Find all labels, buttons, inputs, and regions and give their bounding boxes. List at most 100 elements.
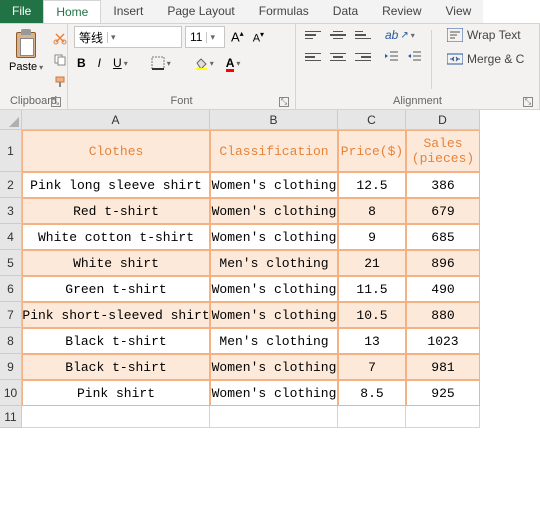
table-header-cell[interactable]: Classification	[210, 130, 338, 172]
align-bottom-button[interactable]	[352, 26, 374, 44]
empty-cell[interactable]	[338, 406, 406, 428]
table-cell[interactable]: 981	[406, 354, 480, 380]
table-cell[interactable]: 9	[338, 224, 406, 250]
paste-button[interactable]: Paste▾	[6, 26, 46, 75]
table-cell[interactable]: 685	[406, 224, 480, 250]
table-cell[interactable]: Women's clothing	[210, 172, 338, 198]
underline-icon: U	[113, 56, 122, 70]
table-cell[interactable]: Women's clothing	[210, 302, 338, 328]
table-cell[interactable]: Men's clothing	[210, 328, 338, 354]
border-button[interactable]: ▾	[148, 54, 174, 72]
tab-formulas[interactable]: Formulas	[247, 0, 321, 23]
column-header-C[interactable]: C	[338, 110, 406, 130]
empty-cell[interactable]	[406, 406, 480, 428]
table-cell[interactable]: 880	[406, 302, 480, 328]
tab-review[interactable]: Review	[370, 0, 433, 23]
table-cell[interactable]: 10.5	[338, 302, 406, 328]
table-cell[interactable]: 679	[406, 198, 480, 224]
table-cell[interactable]: White cotton t-shirt	[22, 224, 210, 250]
table-cell[interactable]: 11.5	[338, 276, 406, 302]
tab-insert[interactable]: Insert	[101, 0, 155, 23]
row-header-3[interactable]: 3	[0, 198, 22, 224]
row-header-9[interactable]: 9	[0, 354, 22, 380]
table-header-cell[interactable]: Sales (pieces)	[406, 130, 480, 172]
column-header-D[interactable]: D	[406, 110, 480, 130]
align-right-icon	[355, 50, 371, 64]
fill-color-button[interactable]: ▾	[191, 54, 217, 72]
select-all-corner[interactable]	[0, 110, 22, 130]
orientation-icon: ab	[385, 28, 398, 42]
table-cell[interactable]: Women's clothing	[210, 198, 338, 224]
table-cell[interactable]: Green t-shirt	[22, 276, 210, 302]
table-cell[interactable]: 8	[338, 198, 406, 224]
align-middle-button[interactable]	[327, 26, 349, 44]
table-header-cell[interactable]: Clothes	[22, 130, 210, 172]
table-cell[interactable]: 386	[406, 172, 480, 198]
table-cell[interactable]: 1023	[406, 328, 480, 354]
table-cell[interactable]: 896	[406, 250, 480, 276]
copy-icon	[53, 53, 67, 67]
tab-file[interactable]: File	[0, 0, 43, 23]
row-header-5[interactable]: 5	[0, 250, 22, 276]
bold-button[interactable]: B	[74, 54, 89, 72]
row-header-11[interactable]: 11	[0, 406, 22, 428]
table-cell[interactable]: 490	[406, 276, 480, 302]
tab-home[interactable]: Home	[43, 0, 101, 23]
italic-button[interactable]: I	[95, 54, 104, 72]
ribbon: Paste▾ Clipboard⤡ 等线▾ 11▾ A▴ A▾ B I U▾	[0, 24, 540, 110]
table-cell[interactable]: Black t-shirt	[22, 354, 210, 380]
font-name-select[interactable]: 等线▾	[74, 26, 182, 48]
merge-center-button[interactable]: Merge & C	[444, 50, 527, 68]
table-cell[interactable]: Women's clothing	[210, 354, 338, 380]
column-header-B[interactable]: B	[210, 110, 338, 130]
table-cell[interactable]: Women's clothing	[210, 276, 338, 302]
increase-indent-button[interactable]	[405, 48, 425, 64]
table-cell[interactable]: Pink shirt	[22, 380, 210, 406]
table-header-cell[interactable]: Price($)	[338, 130, 406, 172]
row-header-7[interactable]: 7	[0, 302, 22, 328]
table-cell[interactable]: Pink long sleeve shirt	[22, 172, 210, 198]
table-cell[interactable]: Women's clothing	[210, 380, 338, 406]
row-header-10[interactable]: 10	[0, 380, 22, 406]
font-color-icon: A	[226, 56, 235, 70]
row-header-2[interactable]: 2	[0, 172, 22, 198]
row-header-4[interactable]: 4	[0, 224, 22, 250]
table-cell[interactable]: White shirt	[22, 250, 210, 276]
align-left-button[interactable]	[302, 48, 324, 66]
table-cell[interactable]: 7	[338, 354, 406, 380]
font-color-button[interactable]: A▾	[223, 54, 244, 72]
decrease-font-button[interactable]: A▾	[250, 28, 267, 47]
decrease-indent-button[interactable]	[382, 48, 402, 64]
wrap-text-button[interactable]: Wrap Text	[444, 26, 527, 44]
table-cell[interactable]: Red t-shirt	[22, 198, 210, 224]
table-cell[interactable]: Pink short-sleeved shirt	[22, 302, 210, 328]
table-cell[interactable]: 12.5	[338, 172, 406, 198]
table-cell[interactable]: 8.5	[338, 380, 406, 406]
font-size-select[interactable]: 11▾	[185, 26, 225, 48]
column-header-A[interactable]: A	[22, 110, 210, 130]
table-cell[interactable]: 925	[406, 380, 480, 406]
increase-font-button[interactable]: A▴	[228, 27, 247, 46]
row-header-1[interactable]: 1	[0, 130, 22, 172]
underline-button[interactable]: U▾	[110, 54, 131, 72]
table-cell[interactable]: 13	[338, 328, 406, 354]
tab-view[interactable]: View	[434, 0, 484, 23]
tab-data[interactable]: Data	[321, 0, 370, 23]
orientation-button[interactable]: ab↗▾	[382, 26, 425, 44]
font-dialog-launcher[interactable]: ⤡	[279, 97, 289, 107]
empty-cell[interactable]	[22, 406, 210, 428]
align-right-button[interactable]	[352, 48, 374, 66]
empty-cell[interactable]	[210, 406, 338, 428]
table-cell[interactable]: Black t-shirt	[22, 328, 210, 354]
clipboard-dialog-launcher[interactable]: ⤡	[51, 97, 61, 107]
align-top-button[interactable]	[302, 26, 324, 44]
row-header-6[interactable]: 6	[0, 276, 22, 302]
group-label-clipboard: Clipboard	[10, 95, 57, 107]
table-cell[interactable]: Women's clothing	[210, 224, 338, 250]
alignment-dialog-launcher[interactable]: ⤡	[523, 97, 533, 107]
row-header-8[interactable]: 8	[0, 328, 22, 354]
table-cell[interactable]: 21	[338, 250, 406, 276]
align-center-button[interactable]	[327, 48, 349, 66]
tab-page-layout[interactable]: Page Layout	[155, 0, 246, 23]
table-cell[interactable]: Men's clothing	[210, 250, 338, 276]
